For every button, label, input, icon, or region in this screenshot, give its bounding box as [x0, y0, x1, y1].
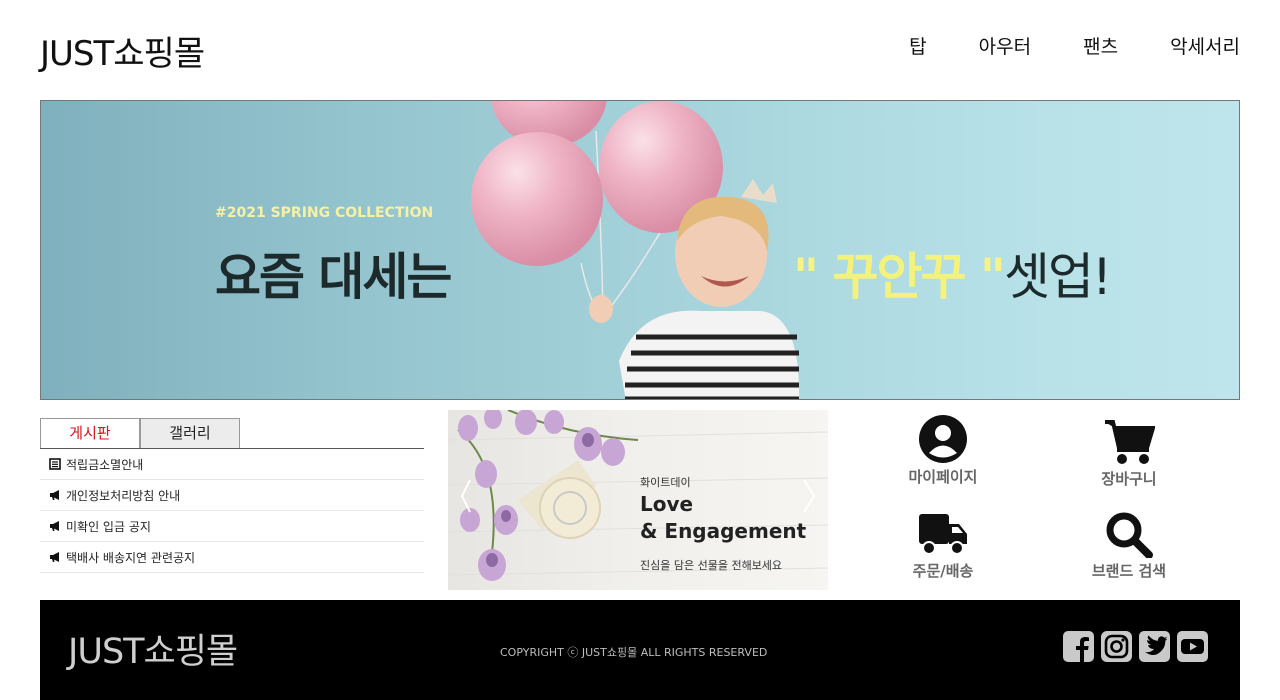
banner-headline-right: " 꾸안꾸 "셋업! [793, 237, 1112, 309]
nav-item-top[interactable]: 탑 [909, 32, 926, 59]
nav-item-outer[interactable]: 아우터 [979, 32, 1031, 59]
search-icon [1106, 512, 1153, 558]
promo-title-line2: & Engagement [640, 519, 807, 543]
youtube-icon[interactable] [1177, 631, 1208, 662]
banner-tag: #2021 SPRING COLLECTION [215, 205, 434, 221]
list-item-text: 적립금소멸안내 [66, 457, 144, 472]
megaphone-icon [50, 552, 59, 562]
brand-search-label: 브랜드 검색 [1091, 562, 1167, 580]
social-links [1063, 631, 1208, 662]
site-footer: JUST쇼핑몰 COPYRIGHT ⓒ JUST쇼핑몰 ALL RIGHTS R… [40, 600, 1240, 700]
brand-search-button[interactable]: 브랜드 검색 [1034, 510, 1224, 581]
tab-gallery[interactable]: 갤러리 [140, 418, 240, 448]
nav-item-accessory[interactable]: 악세서리 [1170, 32, 1240, 59]
promo-description: 진심을 담은 선물을 전해보세요 [640, 559, 783, 572]
megaphone-icon [50, 521, 59, 531]
twitter-icon[interactable] [1139, 631, 1170, 662]
footer-logo[interactable]: JUST쇼핑몰 [68, 623, 238, 674]
promo-title-line1: Love [640, 492, 694, 516]
main-banner[interactable]: #2021 SPRING COLLECTION 요즘 대세는 " 꾸안꾸 "셋업… [40, 100, 1240, 400]
list-item[interactable]: 미확인 입금 공지 [40, 511, 424, 542]
list-item[interactable]: 개인정보처리방침 안내 [40, 480, 424, 511]
cart-label: 장바구니 [1101, 470, 1157, 488]
cart-button[interactable]: 장바구니 [1034, 418, 1224, 489]
cart-icon [1105, 420, 1155, 464]
megaphone-icon [50, 490, 59, 500]
mypage-button[interactable]: 마이페이지 [848, 414, 1038, 487]
board-tabs: 게시판 갤러리 [40, 418, 424, 449]
order-button[interactable]: 주문/배송 [848, 510, 1038, 581]
copyright-text: COPYRIGHT ⓒ JUST쇼핑몰 ALL RIGHTS RESERVED [500, 646, 768, 659]
list-item-text: 택배사 배송지연 관련공지 [66, 550, 196, 565]
banner-headline: 요즘 대세는 [215, 248, 452, 306]
headline-end: 셋업! [1003, 248, 1112, 306]
list-item[interactable]: 택배사 배송지연 관련공지 [40, 542, 424, 573]
quote-close: " [979, 248, 1006, 306]
truck-icon [919, 514, 967, 555]
list-item[interactable]: 적립금소멸안내 [40, 449, 424, 480]
main-nav: 탑 아우터 팬츠 악세서리 [857, 32, 1240, 59]
quick-links: 마이페이지 장바구니 주문/배송 브랜드 검색 [848, 410, 1240, 590]
list-icon [49, 458, 61, 470]
quote-open: " [793, 248, 819, 306]
tab-board[interactable]: 게시판 [40, 418, 140, 448]
nav-item-pants[interactable]: 팬츠 [1083, 32, 1118, 59]
highlight-word: 꾸안꾸 [817, 248, 980, 306]
board-list: 적립금소멸안내 개인정보처리방침 안내 미확인 입금 공지 택배사 배송지연 관… [40, 449, 424, 573]
site-logo[interactable]: JUST쇼핑몰 [40, 26, 205, 75]
promo-subtitle: 화이트데이 [640, 476, 691, 489]
notice-board: 게시판 갤러리 적립금소멸안내 개인정보처리방침 안내 미확인 입금 공지 택배… [40, 418, 424, 573]
user-circle-icon [919, 415, 967, 463]
list-item-text: 개인정보처리방침 안내 [66, 488, 181, 503]
site-header: JUST쇼핑몰 탑 아우터 팬츠 악세서리 [40, 0, 1240, 100]
facebook-icon[interactable] [1063, 631, 1094, 662]
mypage-label: 마이페이지 [908, 468, 978, 486]
instagram-icon[interactable] [1101, 631, 1132, 662]
promo-banner[interactable]: 화이트데이 Love & Engagement 진심을 담은 선물을 전해보세요 [448, 410, 828, 590]
order-label: 주문/배송 [912, 562, 974, 580]
list-item-text: 미확인 입금 공지 [66, 519, 151, 534]
